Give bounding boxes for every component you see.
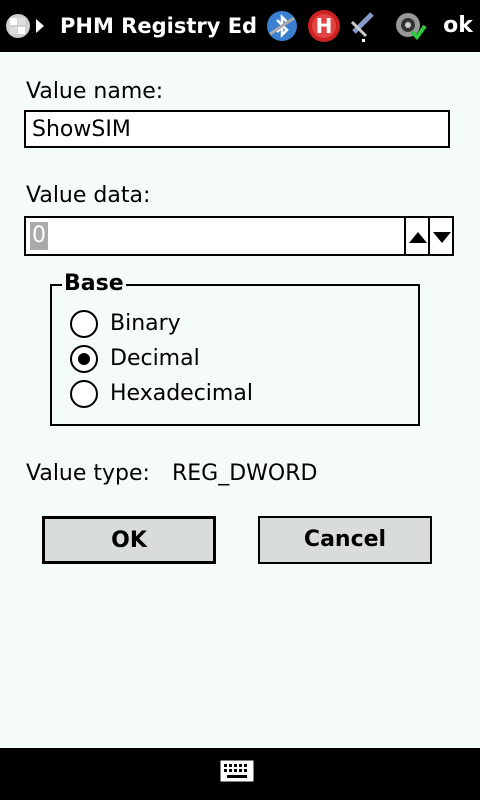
- radio-binary-label: Binary: [110, 311, 181, 336]
- radio-circle-icon[interactable]: [70, 310, 98, 338]
- ok-button[interactable]: OK: [42, 516, 216, 564]
- speaker-icon[interactable]: [392, 8, 428, 44]
- arrow-down-icon: [433, 232, 451, 243]
- value-name-field[interactable]: ShowSIM: [24, 110, 450, 148]
- arrow-up-icon: [409, 232, 427, 243]
- radio-circle-icon[interactable]: [70, 380, 98, 408]
- value-data-label: Value data:: [26, 183, 151, 208]
- radio-hexadecimal-label: Hexadecimal: [110, 381, 253, 406]
- value-name-label: Value name:: [26, 79, 164, 104]
- title-ok-button[interactable]: ok: [440, 10, 476, 42]
- signal-antenna-icon[interactable]: [346, 8, 382, 44]
- windows-start-icon[interactable]: [4, 8, 46, 44]
- radio-circle-icon[interactable]: [70, 345, 98, 373]
- value-data-stepper[interactable]: 0: [24, 216, 454, 256]
- value-type-value: REG_DWORD: [172, 461, 318, 486]
- cancel-button[interactable]: Cancel: [258, 516, 432, 564]
- radio-decimal-label: Decimal: [110, 346, 200, 371]
- value-type-label: Value type:: [26, 461, 150, 486]
- spin-down-button[interactable]: [428, 218, 454, 254]
- value-data-field[interactable]: 0: [30, 222, 48, 250]
- bluetooth-icon[interactable]: [264, 8, 300, 44]
- base-group-title: Base: [62, 270, 126, 298]
- radio-selected-dot: [78, 353, 90, 365]
- title-bar: PHM Registry Editor H ok: [0, 0, 480, 52]
- keyboard-icon[interactable]: [220, 760, 254, 782]
- window-title: PHM Registry Editor: [60, 14, 256, 38]
- spin-up-button[interactable]: [404, 218, 430, 254]
- svg-text:H: H: [316, 14, 333, 38]
- h-network-icon[interactable]: H: [306, 8, 342, 44]
